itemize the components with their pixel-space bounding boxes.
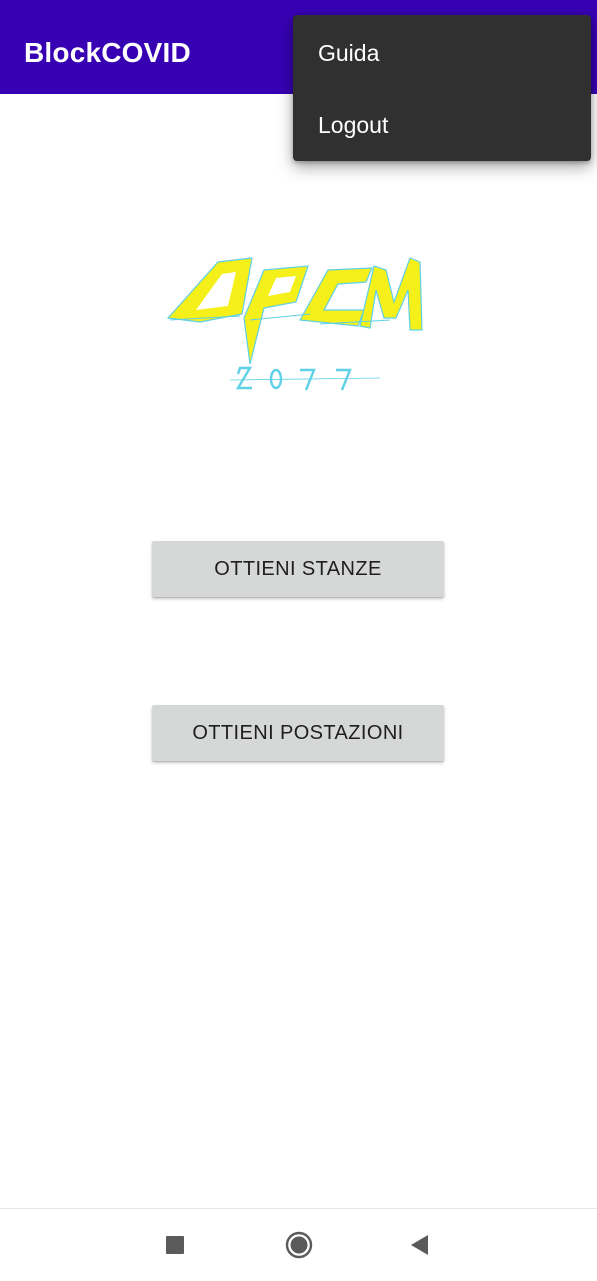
dpcm-2077-logo bbox=[166, 257, 423, 391]
recents-icon bbox=[166, 1236, 184, 1254]
recents-button[interactable] bbox=[155, 1225, 195, 1265]
app-title: BlockCOVID bbox=[24, 37, 191, 68]
home-button[interactable] bbox=[279, 1225, 319, 1265]
get-rooms-button[interactable]: OTTIENI STANZE bbox=[152, 541, 444, 597]
menu-item-logout[interactable]: Logout bbox=[293, 89, 591, 161]
get-workstations-button[interactable]: OTTIENI POSTAZIONI bbox=[152, 705, 444, 761]
home-icon bbox=[285, 1231, 313, 1259]
overflow-menu: Guida Logout bbox=[293, 15, 591, 161]
back-icon bbox=[411, 1235, 428, 1255]
menu-item-guida[interactable]: Guida bbox=[293, 17, 591, 89]
back-button[interactable] bbox=[400, 1225, 440, 1265]
system-nav-bar bbox=[0, 1208, 597, 1281]
